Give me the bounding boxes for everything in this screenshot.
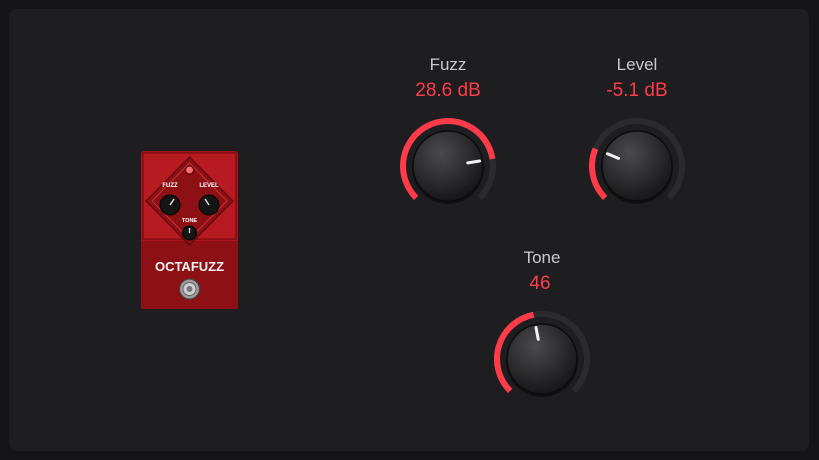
level-knob[interactable] <box>582 111 692 221</box>
fuzz-label: Fuzz <box>429 55 467 74</box>
fuzz-knob[interactable] <box>393 111 503 221</box>
pedal-tone-label: TONE <box>182 218 198 224</box>
led-icon <box>185 165 194 175</box>
footswitch-icon <box>178 278 201 300</box>
tone-value[interactable]: 46 <box>460 273 620 295</box>
fuzz-value[interactable]: 28.6 dB <box>368 80 528 102</box>
octafuzz-pedal-graphic: FUZZ LEVEL TONE OCTAFUZZ <box>141 151 238 309</box>
tone-label: Tone <box>523 248 561 267</box>
level-label: Level <box>616 55 658 74</box>
level-knob-cap <box>601 130 673 202</box>
tone-knob[interactable] <box>487 304 597 414</box>
pedal-level-label: LEVEL <box>199 183 219 189</box>
tone-knob-cap <box>506 323 578 395</box>
plugin-panel <box>9 9 809 451</box>
fuzz-knob-indicator <box>466 159 482 165</box>
level-value[interactable]: -5.1 dB <box>557 80 717 102</box>
fuzz-knob-cap <box>412 130 484 202</box>
pedal-fuzz-label: FUZZ <box>162 183 178 189</box>
pedal-brand-label: OCTAFUZZ <box>155 259 224 274</box>
